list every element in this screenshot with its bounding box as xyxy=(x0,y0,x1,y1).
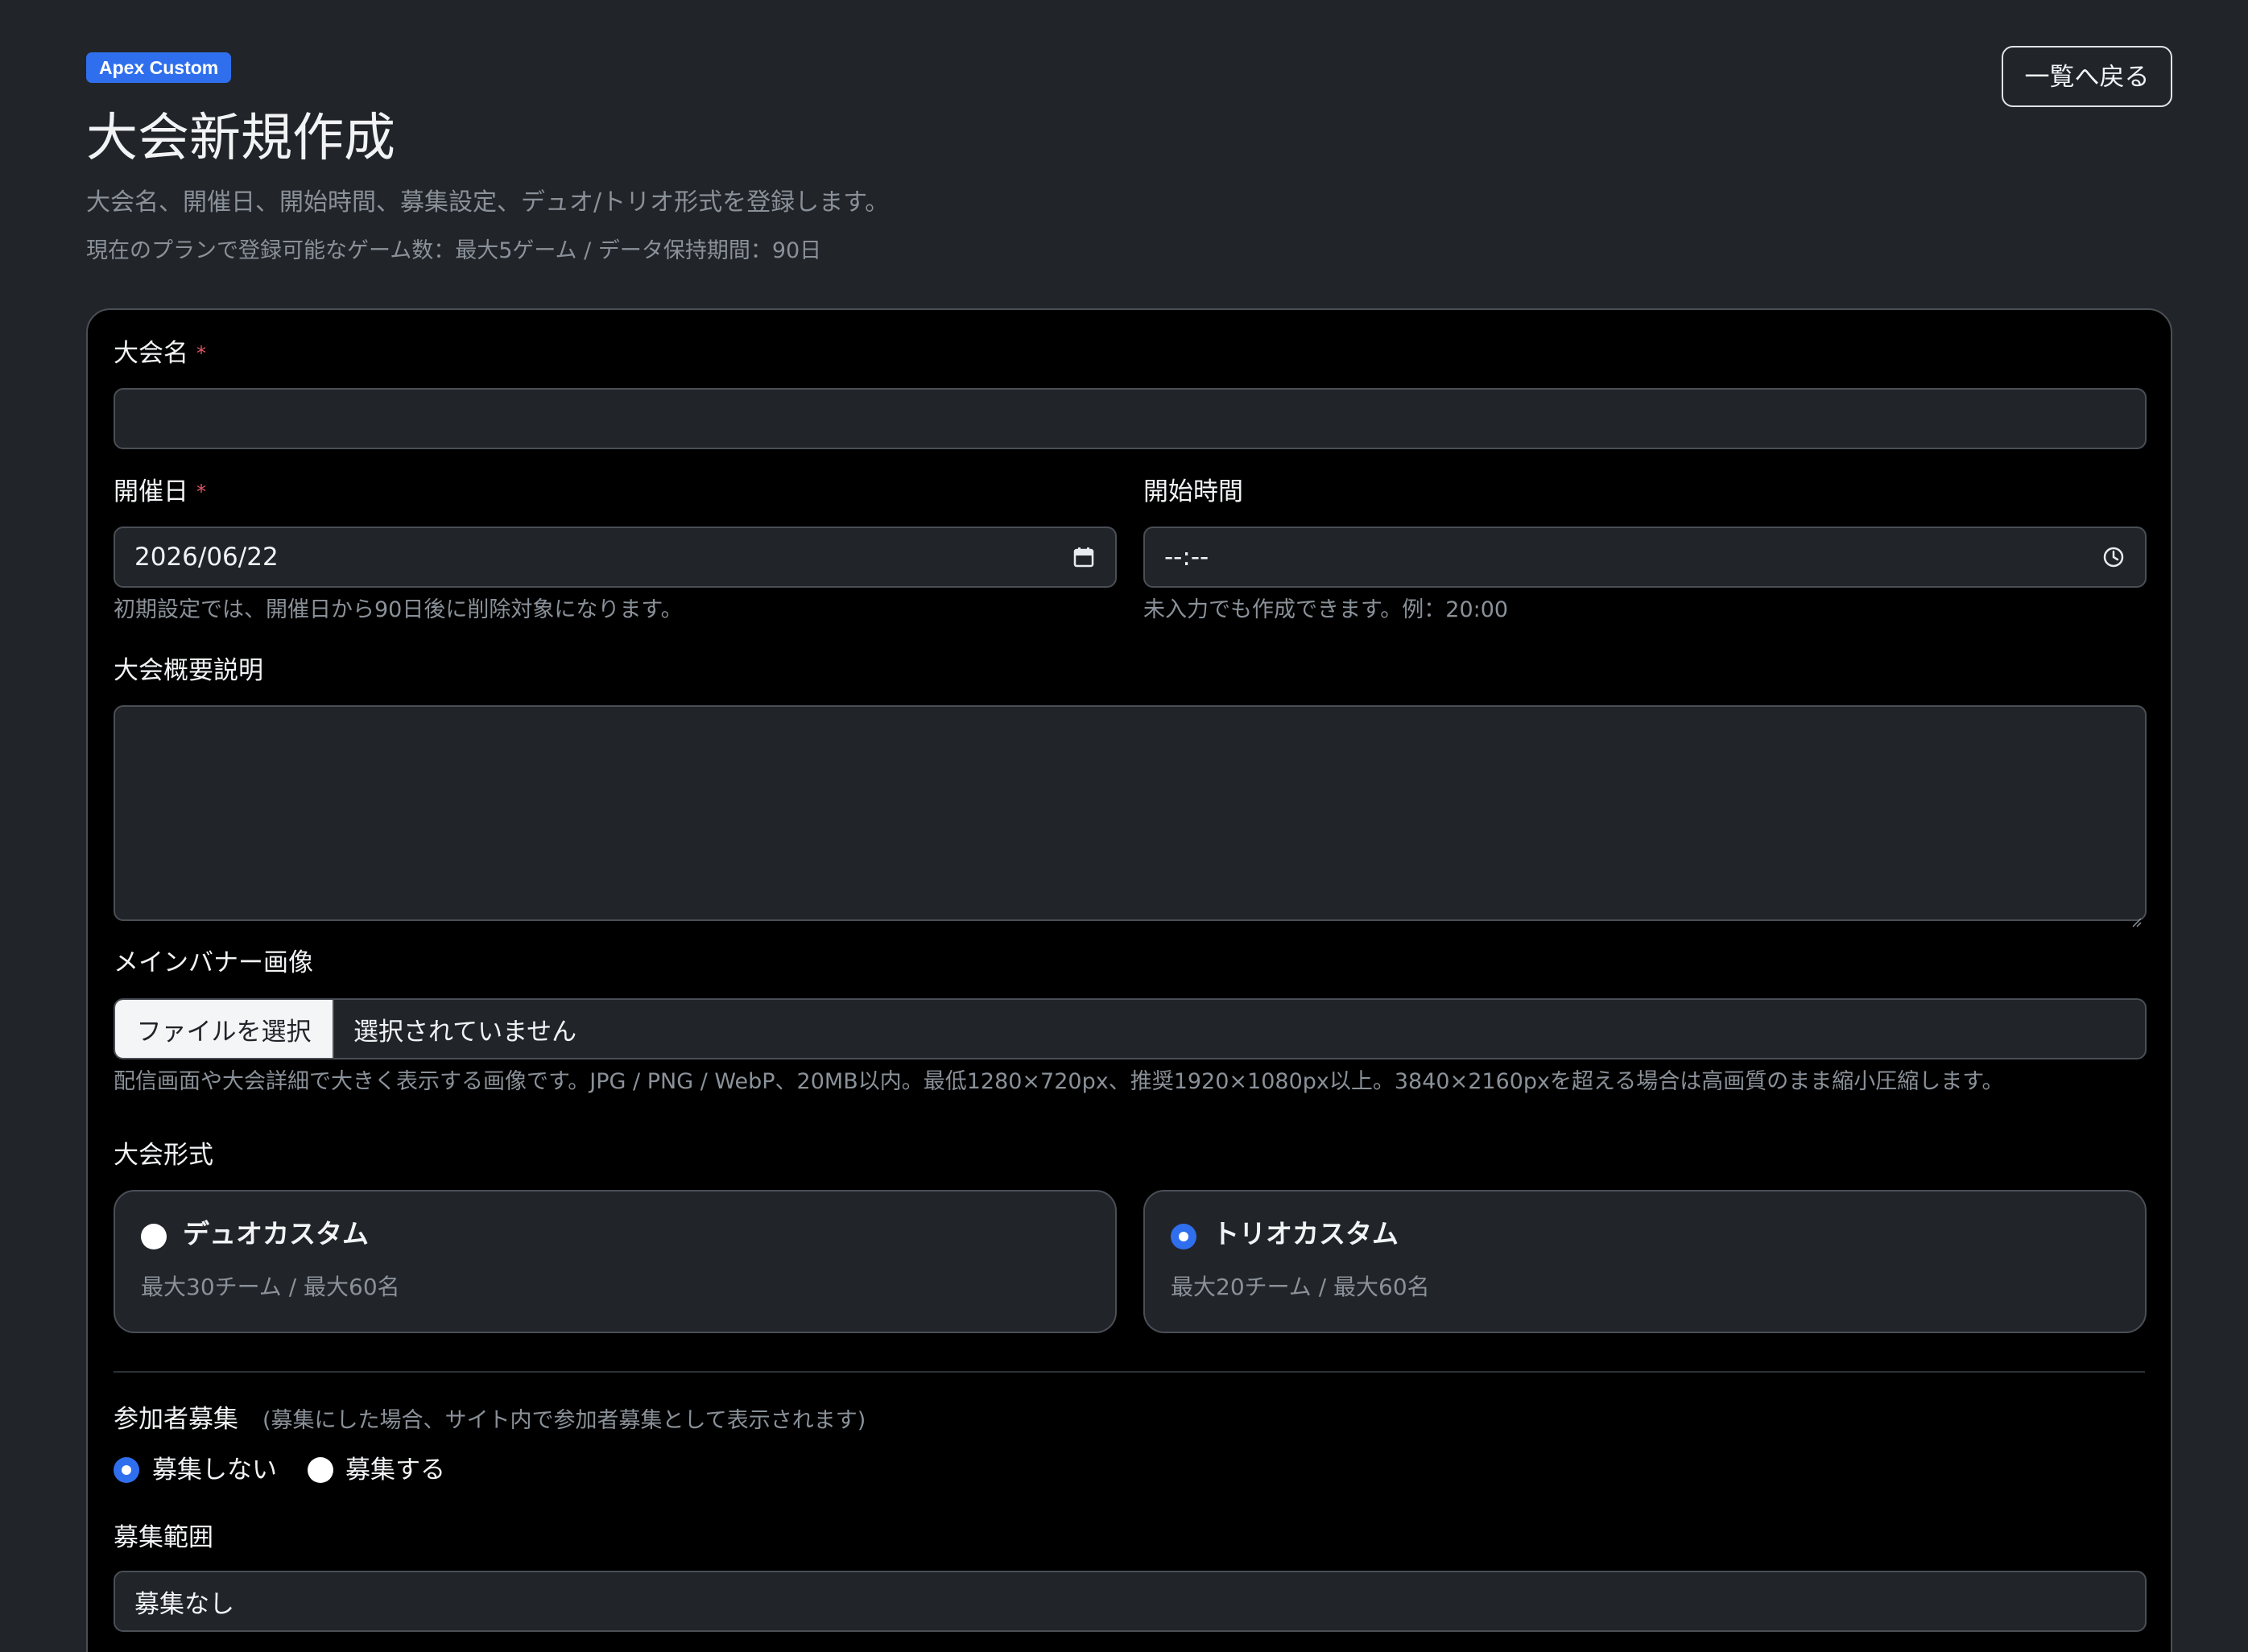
resize-handle-icon[interactable] xyxy=(2130,905,2142,927)
form-card: 大会名 * 開催日 * 2026/06/22 初期設定では、開催日から90日後に削除… xyxy=(86,308,2172,1652)
format-option-duo[interactable]: デュオカスタム 最大30チーム / 最大60名 xyxy=(114,1190,1117,1333)
date-label: 開催日 * xyxy=(114,476,206,508)
section-divider xyxy=(114,1371,2145,1373)
format-label: 大会形式 xyxy=(114,1141,213,1170)
option-desc: 最大30チーム / 最大60名 xyxy=(141,1274,400,1300)
start-time-label: 開始時間 xyxy=(1143,477,1243,506)
calendar-icon[interactable] xyxy=(1072,545,1096,569)
name-label-text: 大会名 xyxy=(114,339,188,368)
option-title: トリオカスタム xyxy=(1213,1218,1399,1249)
plan-note: 現在のプランで登録可能なゲーム数：最大5ゲーム / データ保持期間：90日 xyxy=(86,238,822,263)
choose-file-button[interactable]: ファイルを選択 xyxy=(115,1000,334,1058)
date-label-text: 開催日 xyxy=(114,477,188,506)
file-status: 選択されていません xyxy=(353,1017,577,1047)
format-option-trio[interactable]: トリオカスタム 最大20チーム / 最大60名 xyxy=(1143,1190,2147,1333)
page: Apex Custom 大会新規作成 大会名、開催日、開始時間、募集設定、デュオ… xyxy=(0,0,2248,1652)
recruit-yes-label[interactable]: 募集する xyxy=(345,1454,445,1486)
date-input[interactable]: 2026/06/22 xyxy=(114,527,1117,588)
start-time-value: --:-- xyxy=(1164,543,1209,572)
banner-label: メインバナー画像 xyxy=(114,948,313,977)
start-time-help: 未入力でも作成できます。例：20:00 xyxy=(1143,597,1509,622)
date-value: 2026/06/22 xyxy=(134,543,279,572)
app-badge: Apex Custom xyxy=(86,52,232,83)
scope-value: 募集なし xyxy=(134,1589,234,1619)
start-time-input[interactable]: --:-- xyxy=(1143,527,2147,588)
page-subtitle: 大会名、開催日、開始時間、募集設定、デュオ/トリオ形式を登録します。 xyxy=(86,188,890,217)
scope-label: 募集範囲 xyxy=(114,1523,213,1552)
option-title: デュオカスタム xyxy=(183,1218,369,1249)
date-help: 初期設定では、開催日から90日後に削除対象になります。 xyxy=(114,597,683,622)
recruitment-label-text: 参加者募集 xyxy=(114,1405,238,1434)
description-textarea[interactable] xyxy=(114,705,2147,927)
scope-select[interactable]: 募集なし xyxy=(114,1571,2147,1632)
clock-icon[interactable] xyxy=(2101,545,2126,569)
recruitment-note: (募集にした場合、サイト内で参加者募集として表示されます) xyxy=(262,1408,866,1433)
page-title: 大会新規作成 xyxy=(86,109,395,168)
tournament-name-input[interactable] xyxy=(114,388,2147,449)
back-to-list-button[interactable]: 一覧へ戻る xyxy=(2002,46,2172,107)
radio-icon[interactable] xyxy=(114,1457,139,1483)
radio-icon[interactable] xyxy=(141,1224,167,1249)
description-label: 大会概要説明 xyxy=(114,656,263,685)
required-mark: * xyxy=(196,481,206,503)
radio-icon[interactable] xyxy=(1171,1224,1196,1249)
banner-help: 配信画面や大会詳細で大きく表示する画像です。JPG / PNG / WebP、2… xyxy=(114,1069,2004,1094)
name-label: 大会名 * xyxy=(114,337,206,370)
required-mark: * xyxy=(196,342,206,365)
radio-icon[interactable] xyxy=(308,1457,333,1483)
banner-file-input[interactable]: ファイルを選択 選択されていません xyxy=(114,998,2147,1059)
recruit-none-label[interactable]: 募集しない xyxy=(152,1454,277,1486)
option-desc: 最大20チーム / 最大60名 xyxy=(1171,1274,1430,1300)
recruitment-label: 参加者募集 (募集にした場合、サイト内で参加者募集として表示されます) xyxy=(114,1403,866,1437)
